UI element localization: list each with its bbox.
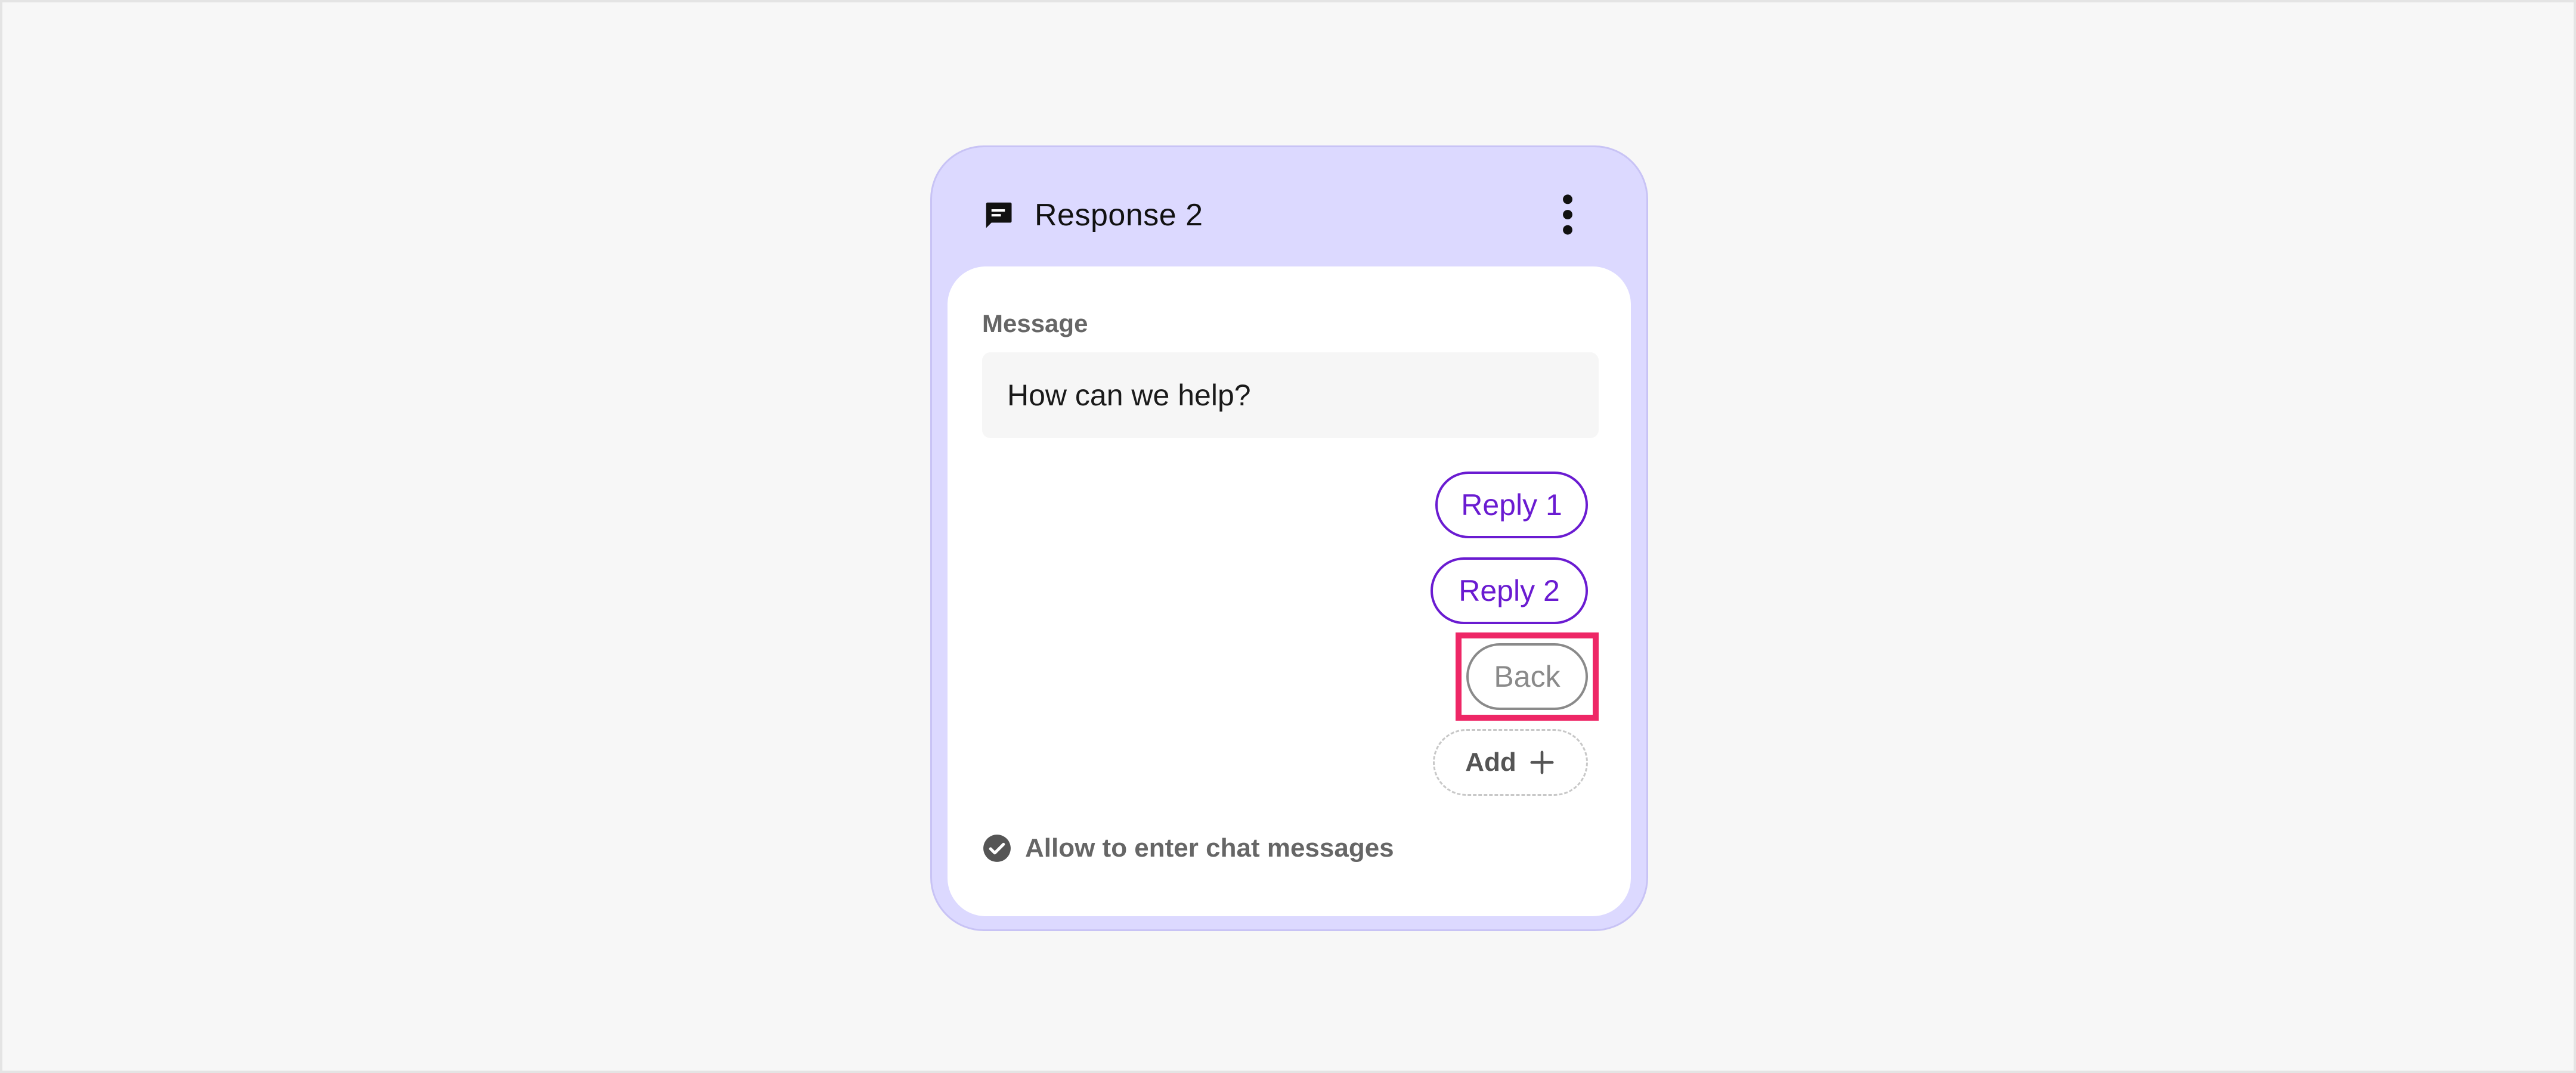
- allow-chat-messages-option[interactable]: Allow to enter chat messages: [982, 830, 1394, 866]
- check-circle-icon: [983, 835, 1011, 862]
- chat-bubble-icon: [986, 202, 1012, 228]
- more-vertical-icon[interactable]: [1556, 194, 1580, 235]
- allow-chat-messages-label: Allow to enter chat messages: [1025, 833, 1394, 863]
- card-title: Response 2: [1035, 198, 1203, 232]
- back-button[interactable]: Back: [1466, 643, 1588, 710]
- response-card: Response 2 Message Reply 1 Reply 2 Back …: [930, 145, 1648, 931]
- message-label: Message: [982, 309, 1088, 337]
- card-body: Message Reply 1 Reply 2 Back Add Allow t…: [948, 266, 1631, 916]
- add-button[interactable]: Add: [1433, 729, 1588, 796]
- reply-1-button[interactable]: Reply 1: [1435, 472, 1588, 538]
- add-button-label: Add: [1465, 748, 1516, 777]
- reply-2-button[interactable]: Reply 2: [1431, 557, 1588, 624]
- plus-icon: [1530, 751, 1554, 774]
- card-header: Response 2: [932, 147, 1646, 266]
- message-input[interactable]: [982, 352, 1599, 438]
